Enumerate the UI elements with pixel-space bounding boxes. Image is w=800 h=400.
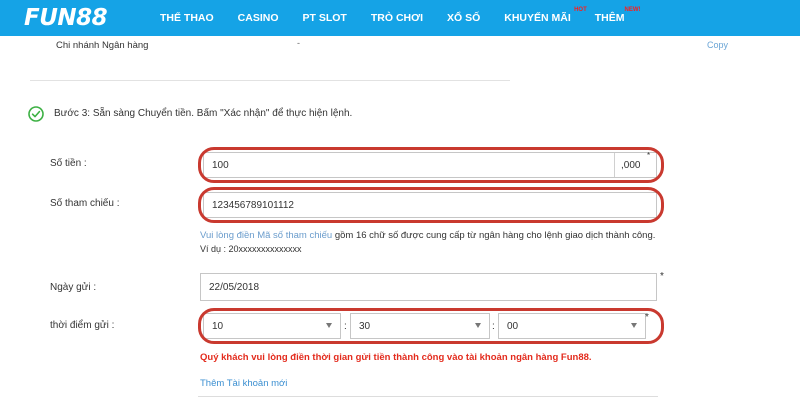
nav-item-label: THÊM xyxy=(594,12,625,24)
nav-item-casino[interactable]: CASINO xyxy=(238,12,279,24)
nav-item-label: TRÒ CHƠI xyxy=(370,12,423,24)
amount-value: 100 xyxy=(212,159,229,171)
nav-item-the-thao[interactable]: THỂ THAO xyxy=(160,12,214,24)
step-3-instruction: Bước 3: Sẵn sàng Chuyển tiền. Bấm "Xác n… xyxy=(54,108,353,119)
minute-value: 30 xyxy=(359,320,371,332)
date-label: Ngày gửi : xyxy=(50,282,97,293)
date-input[interactable]: 22/05/2018 xyxy=(200,273,657,301)
reference-label: Số tham chiếu : xyxy=(50,198,120,209)
date-required-mark: * xyxy=(660,271,664,282)
amount-input[interactable]: 100 ,000 xyxy=(203,152,657,178)
reference-example: Ví dụ : 20xxxxxxxxxxxxxx xyxy=(200,244,302,254)
reference-helper-rest: gồm 16 chữ số được cung cấp từ ngân hàng… xyxy=(332,230,656,241)
chevron-down-icon xyxy=(475,323,481,328)
nav-item-khuyen-mai[interactable]: KHUYẾN MÃI HOT xyxy=(504,7,587,24)
nav-item-label: THỂ THAO xyxy=(160,12,214,24)
nav-item-them[interactable]: THÊM NEW! xyxy=(594,7,641,24)
main-nav: THỂ THAO CASINO PT SLOT TRÒ CHƠI XỔ SỐ K… xyxy=(160,0,649,36)
section-divider xyxy=(30,80,510,81)
time-separator: : xyxy=(344,321,347,332)
reference-value: 123456789101112 xyxy=(212,199,294,211)
time-separator: : xyxy=(492,321,495,332)
copy-link[interactable]: Copy xyxy=(707,40,728,50)
amount-label: Số tiền : xyxy=(50,158,87,169)
second-select[interactable]: 00 xyxy=(498,313,646,339)
next-field-border xyxy=(198,396,658,397)
reference-helper-text: Vui lòng điền Mã số tham chiếu gồm 16 ch… xyxy=(200,229,655,242)
chevron-down-icon xyxy=(326,323,332,328)
time-label: thời điểm gửi : xyxy=(50,320,115,331)
chevron-down-icon xyxy=(631,323,637,328)
check-circle-icon xyxy=(28,106,44,122)
hour-select[interactable]: 10 xyxy=(203,313,341,339)
top-navigation-bar: FUN88 THỂ THAO CASINO PT SLOT TRÒ CHƠI X… xyxy=(0,0,800,36)
nav-item-label: PT SLOT xyxy=(302,12,347,24)
nav-item-label: CASINO xyxy=(237,12,279,24)
new-badge: NEW! xyxy=(624,7,641,13)
time-warning-message: Quý khách vui lòng điền thời gian gửi ti… xyxy=(200,352,592,363)
nav-item-label: KHUYẾN MÃI xyxy=(504,12,571,24)
bank-branch-value: - xyxy=(297,38,300,48)
nav-item-xo-so[interactable]: XỔ SỐ xyxy=(447,12,480,24)
reference-helper-link: Vui lòng điền Mã số tham chiếu xyxy=(200,230,333,241)
second-value: 00 xyxy=(507,320,519,332)
bank-branch-label: Chi nhánh Ngân hàng xyxy=(56,40,149,51)
nav-item-tro-choi[interactable]: TRÒ CHƠI xyxy=(371,12,423,24)
add-account-link[interactable]: Thêm Tài khoản mới xyxy=(200,378,287,389)
nav-item-pt-slot[interactable]: PT SLOT xyxy=(303,12,347,24)
date-value: 22/05/2018 xyxy=(209,281,260,293)
fun88-logo[interactable]: FUN88 xyxy=(24,5,108,31)
hour-value: 10 xyxy=(212,320,224,332)
nav-item-label: XỔ SỐ xyxy=(446,12,481,24)
hot-badge: HOT xyxy=(574,7,587,13)
reference-input[interactable]: 123456789101112 xyxy=(203,192,657,218)
minute-select[interactable]: 30 xyxy=(350,313,490,339)
time-required-mark: * xyxy=(645,312,649,323)
amount-required-mark: * xyxy=(647,151,651,160)
